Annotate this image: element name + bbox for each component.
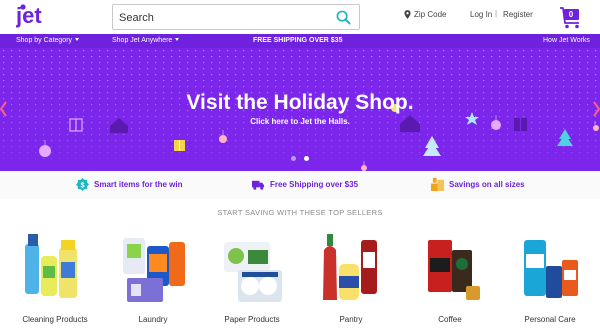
svg-text:jet: jet (16, 3, 42, 28)
carousel-dots (291, 156, 309, 161)
hero-subtitle: Click here to Jet the Halls. (250, 117, 350, 126)
search-box (112, 4, 360, 30)
category-label: Cleaning Products (22, 315, 88, 324)
category-tile-laundry[interactable]: Laundry (113, 230, 193, 334)
category-tile-coffee[interactable]: Coffee (410, 230, 490, 334)
category-label: Coffee (438, 315, 462, 324)
category-tile-paper[interactable]: Paper Products (212, 230, 292, 334)
value-prop-smart-items[interactable]: $ Smart items for the win (76, 178, 182, 191)
value-prop-label: Free Shipping over $35 (270, 180, 359, 189)
coffee-image (428, 240, 480, 300)
cart-count: 0 (568, 10, 574, 19)
holiday-hero-banner[interactable]: Visit the Holiday Shop. Click here to Je… (0, 48, 600, 171)
top-sellers-heading: START SAVING WITH THESE TOP SELLERS (217, 208, 383, 217)
shop-by-category-label: Shop by Category (16, 37, 73, 44)
cleaning-products-image (25, 234, 77, 298)
header: jet Zip Code Log In | Register 0 (0, 0, 600, 34)
shop-jet-anywhere-label: Shop Jet Anywhere (112, 37, 173, 44)
chevron-down-icon (75, 38, 80, 41)
category-label: Personal Care (524, 315, 576, 324)
category-label: Laundry (138, 315, 168, 324)
gift-icon (174, 140, 185, 151)
dollar-badge-icon: $ (76, 178, 89, 191)
personal-care-image (524, 240, 578, 298)
free-shipping-banner[interactable]: FREE SHIPPING OVER $35 (253, 37, 342, 44)
paper-products-image (224, 242, 282, 302)
header-separator: | (495, 9, 498, 18)
pantry-image (323, 234, 377, 300)
register-link[interactable]: Register (503, 10, 533, 19)
zip-code-label: Zip Code (414, 10, 447, 19)
category-tile-pantry[interactable]: Pantry (311, 230, 391, 334)
boxes-icon (431, 178, 444, 191)
value-prop-label: Savings on all sizes (449, 180, 525, 189)
category-label: Paper Products (224, 315, 280, 324)
chevron-down-icon (175, 38, 180, 41)
shop-by-category-menu[interactable]: Shop by Category (16, 37, 80, 44)
shop-jet-anywhere-menu[interactable]: Shop Jet Anywhere (112, 37, 180, 44)
value-props-bar: $ Smart items for the win Free Shipping … (0, 171, 600, 199)
carousel-dot[interactable] (291, 156, 296, 161)
laundry-image (123, 238, 185, 302)
carousel-dot-active[interactable] (304, 156, 309, 161)
value-prop-savings[interactable]: Savings on all sizes (431, 178, 525, 191)
location-pin-icon (404, 10, 411, 19)
category-tile-cleaning[interactable]: Cleaning Products (15, 230, 95, 334)
search-icon[interactable] (336, 10, 351, 25)
jet-logo[interactable]: jet (16, 3, 58, 31)
category-tile-personal-care[interactable]: Personal Care (510, 230, 590, 334)
truck-icon (252, 180, 265, 190)
search-input[interactable] (119, 9, 329, 26)
zip-code-link[interactable]: Zip Code (404, 10, 446, 19)
value-prop-label: Smart items for the win (94, 180, 183, 189)
nav-bar: Shop by Category Shop Jet Anywhere FREE … (0, 34, 600, 48)
value-prop-free-shipping[interactable]: Free Shipping over $35 (252, 178, 358, 191)
category-label: Pantry (339, 315, 363, 324)
login-link[interactable]: Log In (470, 10, 492, 19)
how-jet-works-link[interactable]: How Jet Works (543, 37, 590, 44)
hero-title: Visit the Holiday Shop. (186, 91, 414, 114)
